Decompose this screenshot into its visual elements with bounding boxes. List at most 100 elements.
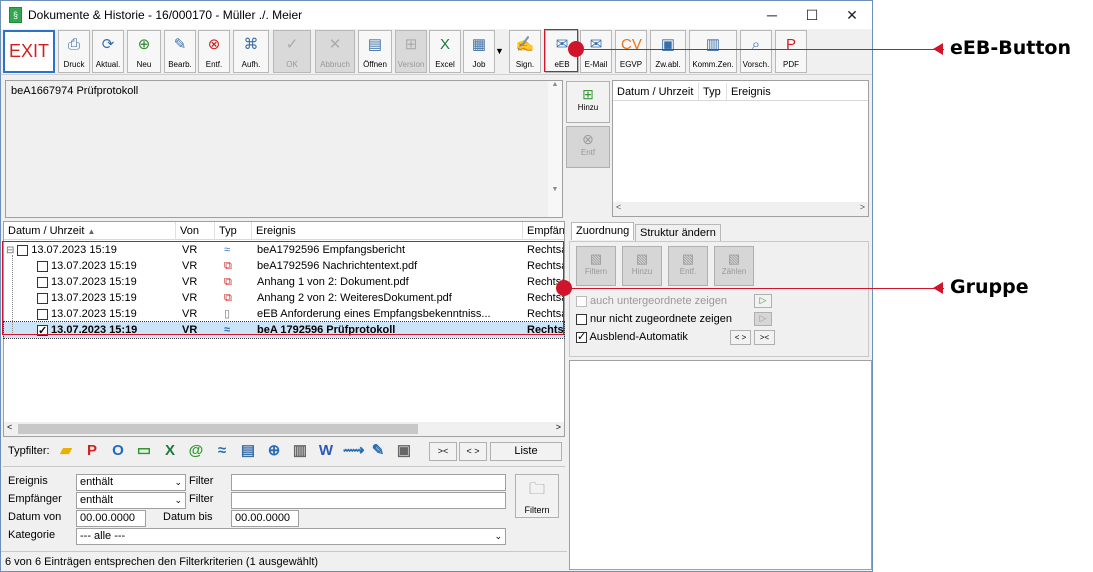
typfilter-folder-icon[interactable]: ▭ — [135, 441, 153, 461]
option-label: auch untergeordnete zeigen — [587, 295, 728, 307]
zuordnung-zählen-button[interactable]: ▧ Zählen — [714, 246, 754, 286]
typfilter-globe-search-icon[interactable]: ⊕ — [265, 441, 283, 461]
toolbar-komm-zen-button[interactable]: ▥ Komm.Zen. — [689, 30, 737, 73]
eeb-annotation: eEB-Button — [950, 37, 1071, 59]
doclist-col-date-label: Datum / Uhrzeit — [8, 225, 85, 237]
typfilter-bea-icon[interactable]: ≈ — [213, 441, 231, 461]
toolbar-öffnen-button[interactable]: ▤ Öffnen — [358, 30, 392, 73]
doclist-col-von[interactable]: Von — [176, 222, 215, 240]
comm-center-icon: ▥ — [705, 36, 721, 53]
typfilter-expand-button[interactable]: < > — [459, 442, 487, 461]
history-add-label: Hinzu — [577, 103, 599, 112]
typfilter-outlook-icon[interactable]: O — [109, 441, 127, 461]
doclist-hscroll-thumb[interactable] — [18, 424, 418, 434]
toolbar-aufh-button[interactable]: ⌘ Aufh. — [233, 30, 269, 73]
doclist-col-date[interactable]: Datum / Uhrzeit ▲ — [4, 222, 176, 240]
toolbar-druck-button[interactable]: ⎙ Druck — [58, 30, 90, 73]
toolbar-button-label: Abbruch — [320, 60, 350, 69]
doclist-col-empf[interactable]: Empfän — [523, 222, 564, 240]
tab-struktur-aendern[interactable]: Struktur ändern — [635, 224, 721, 242]
option-auch-untergeordnete-zeigen[interactable]: auch untergeordnete zeigen — [576, 295, 727, 307]
toolbar-neu-button[interactable]: ⊕ Neu — [127, 30, 161, 73]
toolbar-zw-abl-button[interactable]: ▣ Zw.abl. — [650, 30, 686, 73]
typfilter-category-icon[interactable]: ▰ — [57, 441, 75, 461]
toolbar-vorsch-button[interactable]: ⌕ Vorsch. — [740, 30, 772, 73]
toolbar-version-button[interactable]: ⊞ Version — [395, 30, 427, 73]
zuordnung-hinzu-button[interactable]: ▧ Hinzu — [622, 246, 662, 286]
typfilter-text-doc-icon[interactable]: ▥ — [291, 441, 309, 461]
preview-scrollbar[interactable]: ▲ ▼ — [548, 81, 562, 217]
zuordnung-entf-button[interactable]: ▧ Entf. — [668, 246, 708, 286]
history-hscroll[interactable]: < > — [613, 202, 868, 216]
play-gray-icon[interactable]: ▷ — [754, 312, 772, 326]
play-green-icon[interactable]: ▷ — [754, 294, 772, 308]
history-col-event[interactable]: Ereignis — [727, 83, 868, 101]
toolbar-sign-button[interactable]: ✍ Sign. — [509, 30, 541, 73]
liste-button[interactable]: Liste — [490, 442, 562, 461]
toolbar-aktual-button[interactable]: ⟳ Aktual. — [92, 30, 124, 73]
typfilter-word-icon[interactable]: W — [317, 441, 335, 461]
toolbar-bearb-button[interactable]: ✎ Bearb. — [164, 30, 196, 73]
pencil-icon: ✎ — [173, 36, 187, 53]
datum-von-input[interactable]: 00.00.0000 — [76, 510, 146, 527]
history-col-date[interactable]: Datum / Uhrzeit — [613, 83, 699, 101]
minimize-button[interactable]: ─ — [752, 1, 792, 29]
filter-label-1: Filter — [189, 475, 214, 487]
datum-bis-input[interactable]: 00.00.0000 — [231, 510, 299, 527]
history-remove-button[interactable]: ⊗ Entf — [566, 126, 610, 168]
exit-button[interactable]: EXIT — [3, 30, 55, 73]
doclist-col-typ[interactable]: Typ — [215, 222, 252, 240]
kategorie-select[interactable]: --- alle --- ⌄ — [76, 528, 506, 545]
toolbar-egvp-button[interactable]: CV EGVP — [615, 30, 647, 73]
refresh-doc-icon: ⟳ — [101, 36, 115, 53]
zuordnung-filtern-button[interactable]: ▧ Filtern — [576, 246, 616, 286]
filtern-button[interactable]: 🗀 Filtern — [515, 474, 559, 518]
maximize-button[interactable]: ☐ — [792, 1, 832, 29]
typfilter-doc-icon[interactable]: ▤ — [239, 441, 257, 461]
eeb-arrow-icon — [933, 43, 943, 55]
toolbar-ok-button[interactable]: ✓ OK — [273, 30, 311, 73]
option-nur-nicht-zugeordnete-zeigen[interactable]: nur nicht zugeordnete zeigen — [576, 313, 732, 325]
remove-doc-icon: ⊗ — [582, 131, 594, 147]
empfaenger-label: Empfänger — [8, 493, 62, 505]
option-checkbox[interactable] — [576, 330, 587, 343]
empfaenger-mode-select[interactable]: enthält ⌄ — [76, 492, 186, 509]
doclist-col-event[interactable]: Ereignis — [252, 222, 523, 240]
typfilter-excel-icon[interactable]: X — [161, 441, 179, 461]
option-ausblend-automatik[interactable]: Ausblend-Automatik — [576, 330, 688, 343]
ereignis-mode-select[interactable]: enthält ⌄ — [76, 474, 186, 491]
toolbar-button-label: PDF — [783, 60, 799, 69]
version-icon: ⊞ — [404, 36, 418, 53]
toolbar-button-label: Entf. — [205, 60, 223, 69]
zuordnung-action-icon: ▧ — [589, 251, 603, 266]
typfilter-pdf-icon[interactable]: P — [83, 441, 101, 461]
typfilter-eeb-icon[interactable]: ⟿ — [343, 441, 365, 461]
empfaenger-filter-input[interactable] — [231, 492, 506, 509]
toolbar-entf-button[interactable]: ⊗ Entf. — [198, 30, 230, 73]
ereignis-filter-input[interactable] — [231, 474, 506, 491]
job-dropdown-arrow-icon[interactable]: ▼ — [495, 46, 504, 56]
typfilter-pen-icon[interactable]: ✎ — [369, 441, 387, 461]
toolbar-excel-button[interactable]: X Excel — [429, 30, 461, 73]
toolbar-job-button[interactable]: ▦ Job — [463, 30, 495, 73]
collapse-button[interactable]: >< — [754, 330, 775, 345]
option-checkbox[interactable] — [576, 313, 587, 325]
toolbar-abbruch-button[interactable]: ✕ Abbruch — [315, 30, 355, 73]
history-col-typ[interactable]: Typ — [699, 83, 727, 101]
history-add-button[interactable]: ⊞ Hinzu — [566, 81, 610, 123]
expand-button[interactable]: < > — [730, 330, 751, 345]
toolbar-pdf-button[interactable]: P PDF — [775, 30, 807, 73]
typfilter-scan-icon[interactable]: ▣ — [395, 441, 413, 461]
typfilter-at-icon[interactable]: @ — [187, 441, 205, 461]
option-checkbox[interactable] — [576, 295, 587, 307]
toolbar-button-label: Zw.abl. — [655, 60, 681, 69]
toolbar-button-label: Version — [397, 60, 425, 69]
typfilter-collapse-button[interactable]: >< — [429, 442, 457, 461]
toolbar-button-label: Vorsch. — [742, 60, 770, 69]
close-button[interactable]: ✕ — [832, 1, 872, 29]
toolbar-e-mail-button[interactable]: ✉ E-Mail — [580, 30, 612, 73]
doclist-hscroll[interactable]: < > — [4, 422, 564, 436]
zuordnung-button-label: Entf. — [679, 267, 697, 276]
history-header: Datum / Uhrzeit Typ Ereignis — [613, 83, 868, 101]
tab-zuordnung[interactable]: Zuordnung — [571, 222, 635, 240]
